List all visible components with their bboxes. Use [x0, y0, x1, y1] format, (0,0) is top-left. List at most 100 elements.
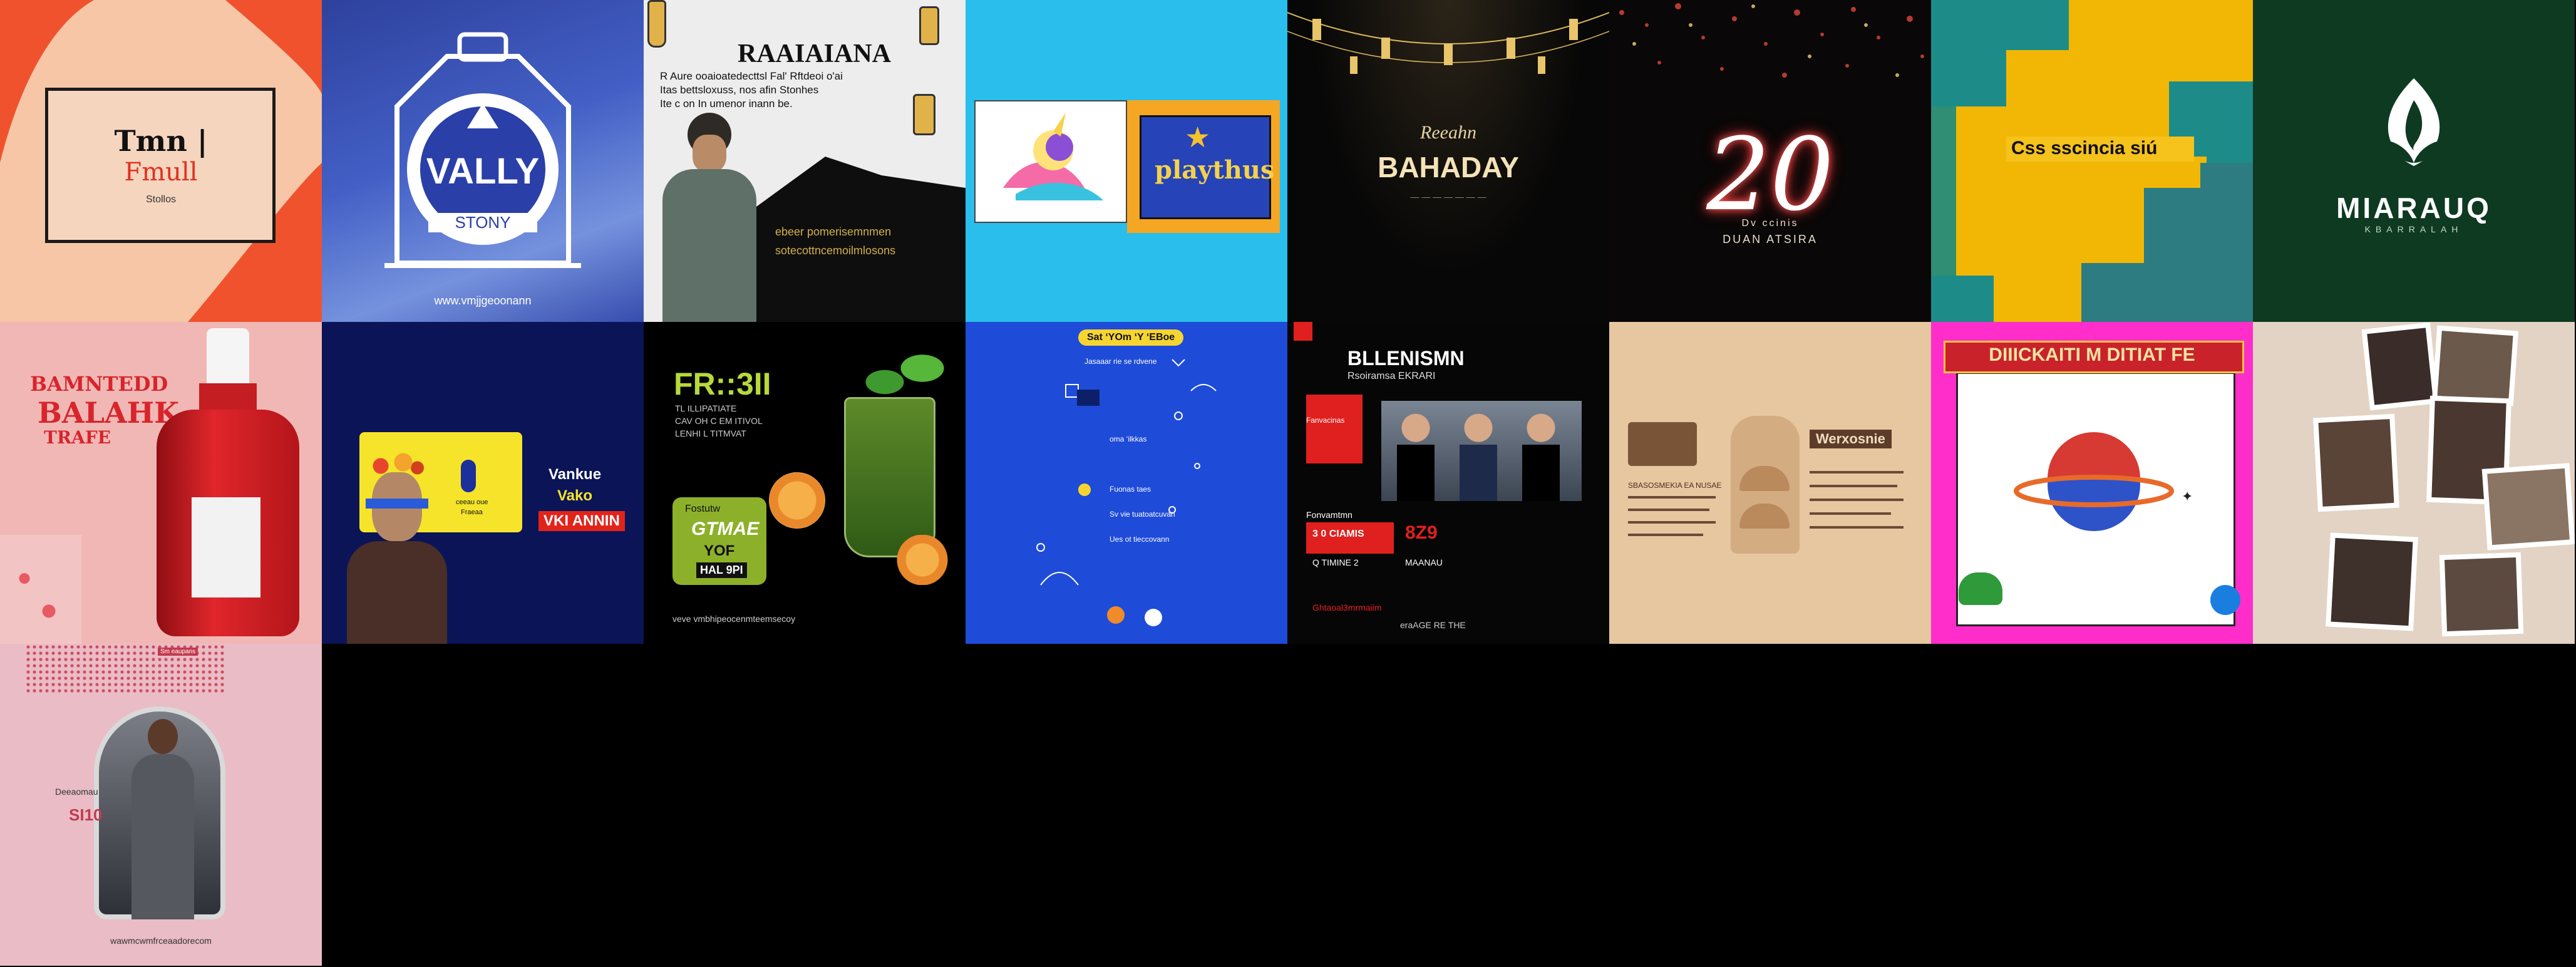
poster-title: FR::3II	[674, 366, 771, 401]
bottle-bubbles	[0, 535, 81, 644]
news-stat: MAANAU	[1405, 557, 1443, 567]
poster-tag: Sm eaupans	[158, 648, 198, 656]
script-title: Reeahn	[1420, 122, 1476, 143]
poster-caption: sotecottncemoilmlosons	[775, 244, 896, 257]
leaf-flame-icon	[2388, 78, 2440, 166]
badge-sub: STONY	[428, 213, 537, 232]
poster-url: wawmcwmfrceaadorecom	[110, 936, 212, 946]
red-block	[1306, 395, 1363, 463]
model-figure	[125, 719, 200, 919]
tile-neon-20[interactable]: 20 Dv ccinis DUAN ATSIRA	[1609, 0, 1931, 322]
badge-url: www.vmjjgeoonann	[434, 294, 532, 307]
polaroid-photo	[2439, 552, 2524, 637]
news-title: BLLENISMN	[1347, 347, 1465, 370]
poster-subtitle: — — — — — — —	[1410, 192, 1486, 202]
tile-unicorn[interactable]: ★ playthus	[966, 0, 1287, 322]
polaroid-photo	[2361, 322, 2439, 411]
person-figure	[1394, 410, 1438, 501]
poster-line: TRAFE	[44, 427, 111, 448]
orange-slice	[894, 535, 951, 585]
tile-orange-frame[interactable]: Tmn | Fmull Stollos	[0, 0, 322, 322]
news-stat: Q TIMINE 2	[1312, 557, 1359, 567]
news-sub: Rsoiramsa EKRARI	[1347, 371, 1436, 381]
card-text: Fraeaa	[461, 509, 483, 516]
frog-icon	[1959, 572, 2002, 605]
poster-line: SI10	[69, 805, 103, 824]
tile-blue-badge[interactable]: VALLY STONY www.vmjjgeoonann	[322, 0, 644, 322]
star-icon: ✦	[2182, 489, 2193, 504]
badge-logo: VALLY	[426, 151, 540, 192]
menu-text-lines	[1628, 471, 1904, 536]
polaroid-photo	[2431, 325, 2519, 406]
doodle-lines	[1036, 359, 1217, 626]
neon-line: Dv ccinis	[1741, 218, 1799, 229]
tile-tan-menu[interactable]: Werxosnie SBASOSMEKIA EA NUSAE	[1609, 322, 1931, 644]
tile-pink-planet[interactable]: DIIICKAITI M DITIAT FE ✦	[1931, 322, 2253, 644]
poster-sub: TL ILLIPATIATE	[675, 403, 737, 413]
tile-yellow-teal[interactable]: Css sscincia siú	[1931, 0, 2253, 322]
poster-url: veve vmbhipeocenmteemsecoy	[672, 614, 796, 624]
praying-man-figure	[656, 113, 763, 322]
tile-fresh-drink[interactable]: FR::3II TL ILLIPATIATE CAV OH C EM ITIVO…	[644, 322, 966, 644]
drink-glass	[844, 397, 935, 557]
tile-pink-fashion[interactable]: Sm eaupans Deeaomau SI10 wawmcwmfrceaado…	[0, 644, 322, 966]
polaroid-photo	[2481, 463, 2575, 551]
news-url: Ghtaoal3mrmaiim	[1312, 602, 1382, 613]
tile-ramadan-man[interactable]: RAAIAIANA R Aure ooaioatedecttsl Fal' Rf…	[644, 0, 966, 322]
poster-title: BAHADAY	[1378, 151, 1519, 184]
sticker-text: GTMAE	[691, 519, 760, 539]
poster-badge: VKI ANNIN	[538, 511, 625, 531]
sticker-text: ΥOF	[704, 542, 735, 559]
logo-sub: KBARRALAH	[2364, 224, 2463, 234]
blue-ball-icon	[2210, 585, 2240, 615]
poster-caption: ebeer pomerisemnmen	[775, 225, 892, 238]
poster-sub: CAV OH C EM ITIVOL	[675, 416, 763, 426]
star-icon: ★	[1185, 121, 1211, 153]
card-text: ceeau oue	[456, 499, 488, 506]
tile-green-logo[interactable]: MIARAUQ KBARRALAH	[2253, 0, 2575, 322]
tile-polaroids[interactable]	[2253, 322, 2575, 644]
neon-line: DUAN ATSIRA	[1723, 233, 1818, 246]
bokeh-dots	[1619, 3, 1924, 78]
sticker-text: Fostutw	[685, 504, 721, 514]
frame-subtitle: Fmull	[124, 158, 198, 187]
tile-ramadan-lanterns[interactable]: Reeahn BAHADAY — — — — — — —	[1287, 0, 1609, 322]
planet-icon	[2014, 432, 2174, 531]
bottle-cap	[207, 328, 249, 385]
poster-line: Vako	[557, 487, 593, 504]
polaroid-photo	[2313, 413, 2399, 512]
news-footer: eraAGE RE THE	[1400, 620, 1466, 630]
banner-text: Css sscincia siú	[2011, 138, 2158, 158]
poster-line: BAMNTEDD	[30, 372, 168, 396]
unicorn-icon	[1003, 113, 1103, 200]
tile-black-news[interactable]: BLLENISMN Rsoiramsa EKRARI Fanvacinas Fo…	[1287, 322, 1609, 644]
poster-line: Deeaomau	[55, 787, 98, 797]
poster-line: BALAHK	[38, 396, 180, 430]
polaroid-photo	[2326, 532, 2418, 631]
poster-line: Vankue	[549, 466, 602, 483]
poster-sub: LENHI L TITMVAT	[675, 428, 746, 438]
banner-text: DIIICKAITI M DITIAT FE	[1989, 344, 2195, 365]
mint-leaves	[857, 341, 951, 410]
news-label: Fonvamtmn	[1306, 510, 1352, 520]
neon-number: 20	[1706, 116, 1834, 233]
man-figure	[347, 447, 447, 644]
logo-wordmark: MIARAUQ	[2336, 192, 2491, 224]
news-label: Fanvacinas	[1306, 416, 1345, 425]
tile-blue-doodles[interactable]: Sat ‘YOm ‘Y ‘EBoe Jasaaar rie se rdvene …	[966, 322, 1287, 644]
frame-caption: Stollos	[145, 194, 177, 205]
orange-slice	[769, 472, 825, 529]
person-figure	[1519, 410, 1563, 501]
sticker-text: HAL 9PI	[696, 562, 747, 578]
person-figure	[1456, 410, 1500, 501]
string-lights	[1287, 12, 1609, 74]
frame-title: Tmn |	[114, 124, 208, 158]
bottle-label	[192, 497, 260, 597]
news-stat: 8Z9	[1405, 522, 1438, 543]
card-label: playthus	[1155, 155, 1275, 185]
blue-dot-icon	[461, 460, 476, 492]
red-accent	[1294, 322, 1312, 341]
news-stat: 3 0 CIAMIS	[1312, 529, 1364, 539]
tile-red-bottle[interactable]: BAMNTEDD BALAHK TRAFE	[0, 322, 322, 644]
tile-flower-man[interactable]: ceeau oue Fraeaa Vankue Vako VKI ANNIN	[322, 322, 644, 644]
